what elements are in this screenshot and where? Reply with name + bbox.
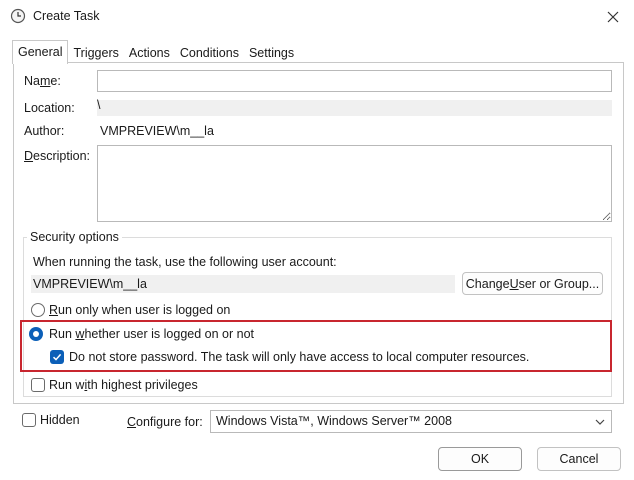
name-label: Name: (24, 74, 61, 88)
cancel-button[interactable]: Cancel (537, 447, 621, 471)
ok-button[interactable]: OK (438, 447, 522, 471)
location-value: \ (97, 98, 101, 112)
hidden-checkbox[interactable] (22, 413, 36, 427)
tab-bar: General Triggers Actions Conditions Sett… (12, 40, 299, 64)
configure-for-value: Windows Vista™, Windows Server™ 2008 (216, 414, 452, 428)
tab-general[interactable]: General (12, 40, 69, 64)
chevron-down-icon (595, 419, 605, 425)
run-whether-radio[interactable] (29, 327, 43, 341)
change-user-button[interactable]: Change User or Group... (462, 272, 603, 295)
window-title: Create Task (33, 9, 100, 23)
configure-for-select[interactable]: Windows Vista™, Windows Server™ 2008 (210, 410, 612, 433)
run-logged-on-label: Run only when user is logged on (49, 303, 231, 317)
account-value: VMPREVIEW\m__la (33, 277, 147, 291)
title-bar: Create Task (0, 0, 634, 34)
close-icon (607, 11, 619, 23)
checkmark-icon (52, 353, 62, 361)
tab-triggers[interactable]: Triggers (68, 42, 123, 64)
tab-conditions[interactable]: Conditions (175, 42, 244, 64)
description-input[interactable] (97, 145, 612, 222)
location-field (97, 100, 612, 116)
run-logged-on-radio[interactable] (31, 303, 45, 317)
author-label: Author: (24, 124, 65, 138)
run-whether-label: Run whether user is logged on or not (49, 327, 254, 341)
no-store-password-label: Do not store password. The task will onl… (69, 350, 530, 364)
account-prompt: When running the task, use the following… (33, 255, 337, 269)
configure-for-label: Configure for: (127, 415, 203, 429)
no-store-password-checkbox[interactable] (50, 350, 64, 364)
author-value: VMPREVIEW\m__la (100, 124, 214, 138)
security-options-legend: Security options (27, 230, 122, 244)
tab-settings[interactable]: Settings (244, 42, 299, 64)
description-label: Description: (24, 149, 91, 163)
highest-privileges-label: Run with highest privileges (49, 378, 198, 392)
clock-icon (10, 8, 26, 24)
highest-privileges-checkbox[interactable] (31, 378, 45, 392)
name-input[interactable] (97, 70, 612, 92)
hidden-label: Hidden (40, 413, 80, 427)
tab-actions[interactable]: Actions (124, 42, 175, 64)
location-label: Location: (24, 101, 75, 115)
close-button[interactable] (602, 6, 624, 28)
